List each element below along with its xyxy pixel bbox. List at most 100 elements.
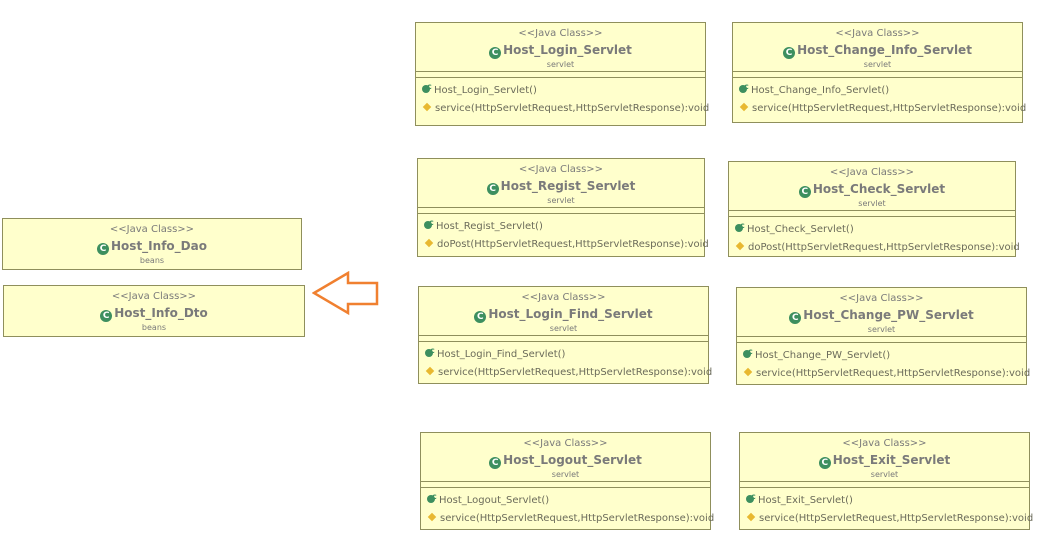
package-label: servlet [546,60,575,69]
method-icon [743,367,753,377]
class-icon: C [100,310,113,322]
method-text: doPost(HttpServletRequest,HttpServletRes… [748,242,1020,253]
method-text: service(HttpServletRequest,HttpServletRe… [435,103,710,114]
class-box-host-info-dao[interactable]: <<Java Class>> C Host_Info_Dao beans [2,218,302,270]
package-label: servlet [551,470,580,479]
method-text: service(HttpServletRequest,HttpServletRe… [756,368,1031,379]
class-name-text: Host_Info_Dao [111,239,207,253]
package-label: servlet [858,199,886,208]
class-header: <<Java Class>> C Host_Login_Find_Servlet … [419,287,708,335]
class-icon: C [489,457,502,469]
class-icon: C [783,47,796,59]
constructor-row: c Host_Logout_Servlet() [427,492,710,510]
class-icon: C [474,311,487,323]
method-icon [427,512,437,522]
constructor-row: c Host_Login_Servlet() [422,82,705,100]
class-icon: C [798,186,811,198]
class-box-host-login-servlet[interactable]: <<Java Class>> C Host_Login_Servlet servl… [415,22,710,126]
class-box-host-regist-servlet[interactable]: <<Java Class>> C Host_Regist_Servlet serv… [417,158,709,257]
class-header: <<Java Class>> C Host_Logout_Servlet serv… [421,433,710,481]
stereotype-label: <<Java Class>> [518,28,603,39]
operations-compartment: c Host_Change_PW_Servlet() service(HttpSe… [737,342,1030,383]
class-name-text: Host_Login_Find_Servlet [488,307,653,321]
method-icon [739,102,749,112]
class-header: <<Java Class>> C Host_Exit_Servlet servle… [740,433,1029,481]
stereotype-label: <<Java Class>> [835,28,920,39]
class-name-text: Host_Info_Dto [114,306,208,320]
operations-compartment: c Host_Regist_Servlet() doPost(HttpServle… [418,213,709,254]
package-label: beans [141,323,167,332]
stereotype-label: <<Java Class>> [521,292,606,303]
class-header: <<Java Class>> C Host_Info_Dao beans [3,219,301,269]
class-header: <<Java Class>> C Host_Info_Dto beans [4,286,304,336]
method-row: service(HttpServletRequest,HttpServletRe… [425,364,712,382]
class-box-host-info-dto[interactable]: <<Java Class>> C Host_Info_Dto beans [3,285,305,337]
constructor-icon: c [425,346,437,358]
class-header: <<Java Class>> C Host_Change_PW_Servlet s… [737,288,1026,336]
class-box-host-logout-servlet[interactable]: <<Java Class>> C Host_Logout_Servlet serv… [420,432,714,530]
stereotype-label: <<Java Class>> [839,293,924,304]
method-icon [746,512,756,522]
package-label: servlet [863,60,892,69]
class-icon: C [818,457,831,469]
constructor-icon: c [746,492,758,504]
constructor-icon: c [427,492,439,504]
stereotype-label: <<Java Class>> [842,438,927,449]
class-header: <<Java Class>> C Host_Change_Info_Servlet… [733,23,1022,71]
class-header: <<Java Class>> C Host_Login_Servlet servl… [416,23,705,71]
constructor-icon: c [739,82,751,94]
constructor-row: c Host_Login_Find_Servlet() [425,346,708,364]
constructor-row: c Host_Check_Servlet() [735,221,1015,239]
method-icon [425,366,435,376]
operations-compartment: c Host_Check_Servlet() doPost(HttpServlet… [729,216,1020,257]
stereotype-label: <<Java Class>> [523,438,608,449]
stereotype-label: <<Java Class>> [111,291,197,302]
package-label: servlet [549,324,578,333]
constructor-text: Host_Change_PW_Servlet() [755,350,891,361]
class-box-host-change-pw-servlet[interactable]: <<Java Class>> C Host_Change_PW_Servlet s… [736,287,1030,385]
class-box-host-change-info-servlet[interactable]: <<Java Class>> C Host_Change_Info_Servlet… [732,22,1026,123]
package-label: servlet [867,325,896,334]
class-icon: C [489,47,502,59]
class-name-text: Host_Login_Servlet [503,43,632,57]
class-name-text: Host_Change_Info_Servlet [797,43,972,57]
constructor-text: Host_Change_Info_Servlet() [751,85,890,96]
class-name: C Host_Logout_Servlet [421,452,710,469]
operations-compartment: c Host_Change_Info_Servlet() service(Http… [733,77,1026,118]
class-header: <<Java Class>> C Host_Check_Servlet servl… [729,162,1015,210]
stereotype-label: <<Java Class>> [829,167,915,178]
class-name: C Host_Change_Info_Servlet [733,42,1022,59]
constructor-text: Host_Login_Servlet() [434,85,537,96]
operations-compartment: c Host_Login_Find_Servlet() service(HttpS… [419,341,712,382]
constructor-text: Host_Exit_Servlet() [758,495,853,506]
method-icon [424,238,434,248]
method-row: service(HttpServletRequest,HttpServletRe… [743,365,1030,383]
constructor-row: c Host_Regist_Servlet() [424,218,704,236]
constructor-row: c Host_Change_Info_Servlet() [739,82,1022,100]
constructor-icon: c [735,221,747,233]
constructor-text: Host_Login_Find_Servlet() [437,349,566,360]
class-name: C Host_Exit_Servlet [740,452,1029,469]
class-icon: C [789,312,802,324]
class-box-host-exit-servlet[interactable]: <<Java Class>> C Host_Exit_Servlet servle… [739,432,1033,530]
class-icon: C [97,243,110,255]
package-label: beans [139,256,165,265]
constructor-icon: c [422,82,434,94]
class-box-host-check-servlet[interactable]: <<Java Class>> C Host_Check_Servlet servl… [728,161,1020,257]
stereotype-label: <<Java Class>> [109,224,195,235]
method-text: service(HttpServletRequest,HttpServletRe… [759,513,1034,524]
class-icon: C [486,183,499,195]
constructor-row: c Host_Change_PW_Servlet() [743,347,1026,365]
package-label: servlet [547,196,575,205]
class-name-text: Host_Change_PW_Servlet [803,308,974,322]
class-name-text: Host_Exit_Servlet [832,453,951,467]
method-text: service(HttpServletRequest,HttpServletRe… [438,367,713,378]
left-arrow-icon [312,271,379,316]
method-text: doPost(HttpServletRequest,HttpServletRes… [437,239,709,250]
class-box-host-login-find-servlet[interactable]: <<Java Class>> C Host_Login_Find_Servlet … [418,286,712,384]
class-name: C Host_Regist_Servlet [418,178,704,195]
method-text: service(HttpServletRequest,HttpServletRe… [752,103,1027,114]
class-header: <<Java Class>> C Host_Regist_Servlet serv… [418,159,704,207]
operations-compartment: c Host_Exit_Servlet() service(HttpServlet… [740,487,1033,528]
class-name: C Host_Change_PW_Servlet [737,307,1026,324]
